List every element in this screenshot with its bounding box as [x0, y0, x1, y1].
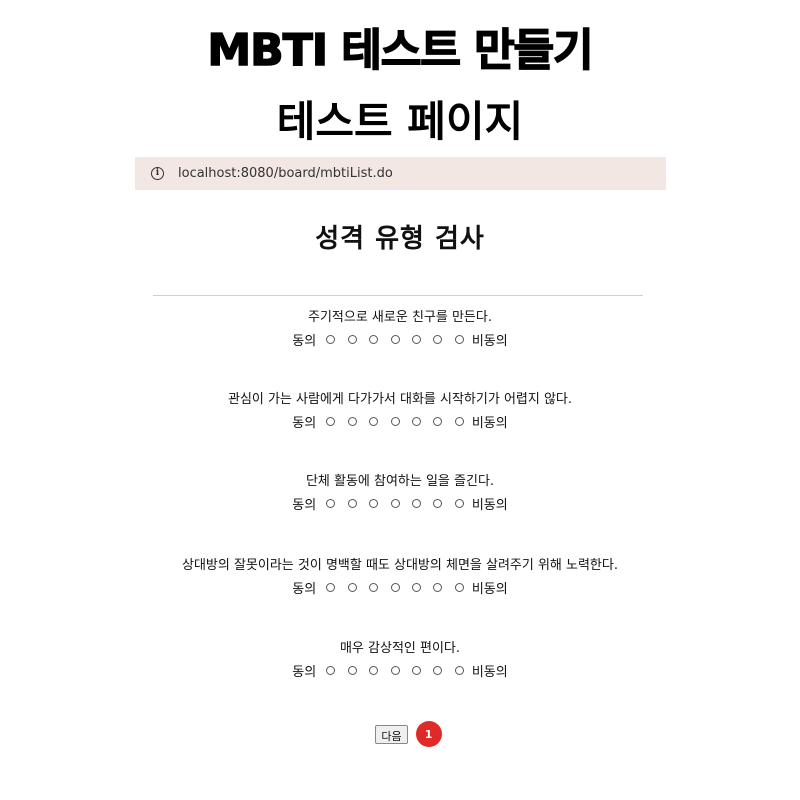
radio-option-3[interactable] [369, 582, 379, 592]
radio-option-1[interactable] [326, 498, 336, 508]
answer-scale: 동의 비동의 [0, 411, 800, 431]
banner-title: MBTI 테스트 만들기 [207, 24, 595, 77]
radio-option-5[interactable] [411, 498, 421, 508]
answer-scale: 동의 비동의 [0, 493, 800, 513]
banner-subtitle: 테스트 페이지 [276, 97, 524, 146]
radio-option-7[interactable] [454, 334, 464, 344]
agree-label: 동의 [292, 497, 317, 513]
radio-option-1[interactable] [326, 582, 336, 592]
radio-option-7[interactable] [454, 416, 464, 426]
question-text: 관심이 가는 사람에게 다가가서 대화를 시작하기가 어렵지 않다. [227, 392, 573, 407]
radio-option-5[interactable] [411, 582, 421, 592]
page-number-badge: 1 [415, 721, 442, 747]
radio-option-6[interactable] [433, 498, 443, 508]
radio-option-7[interactable] [454, 582, 464, 592]
radio-option-3[interactable] [369, 498, 379, 508]
radio-option-6[interactable] [433, 416, 443, 426]
question-text: 매우 감상적인 편이다. [339, 641, 461, 656]
question-item: 매우 감상적인 편이다. 동의 비동의 [0, 639, 800, 680]
radio-option-1[interactable] [326, 334, 336, 344]
radio-option-6[interactable] [433, 334, 443, 344]
disagree-label: 비동의 [471, 333, 508, 349]
question-item: 상대방의 잘못이라는 것이 명백할 때도 상대방의 체면을 살려주기 위해 노력… [0, 556, 800, 597]
question-item: 주기적으로 새로운 친구를 만든다. 동의 비동의 [0, 308, 800, 349]
question-text: 상대방의 잘못이라는 것이 명백할 때도 상대방의 체면을 살려주기 위해 노력… [181, 558, 618, 573]
radio-option-2[interactable] [347, 665, 357, 675]
radio-option-1[interactable] [326, 416, 336, 426]
disagree-label: 비동의 [471, 581, 508, 597]
radio-option-2[interactable] [347, 334, 357, 344]
question-text: 주기적으로 새로운 친구를 만든다. [308, 310, 492, 325]
radio-option-1[interactable] [326, 665, 336, 675]
radio-option-7[interactable] [454, 498, 464, 508]
radio-option-4[interactable] [390, 582, 400, 592]
agree-label: 동의 [292, 415, 317, 431]
radio-option-4[interactable] [390, 416, 400, 426]
radio-option-2[interactable] [347, 582, 357, 592]
agree-label: 동의 [292, 581, 317, 597]
answer-scale: 동의 비동의 [0, 660, 800, 680]
address-bar[interactable]: i localhost:8080/board/mbtiList.do [135, 157, 666, 190]
page-title: 성격 유형 검사 [315, 224, 485, 254]
radio-option-6[interactable] [433, 582, 443, 592]
url-text[interactable]: localhost:8080/board/mbtiList.do [178, 166, 393, 181]
agree-label: 동의 [292, 333, 317, 349]
divider [153, 295, 643, 296]
answer-scale: 동의 비동의 [0, 329, 800, 349]
agree-label: 동의 [292, 664, 317, 680]
radio-option-2[interactable] [347, 498, 357, 508]
radio-option-4[interactable] [390, 665, 400, 675]
question-text: 단체 활동에 참여하는 일을 즐긴다. [305, 474, 495, 489]
radio-option-3[interactable] [369, 665, 379, 675]
disagree-label: 비동의 [471, 664, 508, 680]
disagree-label: 비동의 [471, 415, 508, 431]
footer: 다음 1 [0, 721, 800, 747]
radio-option-4[interactable] [390, 334, 400, 344]
next-button[interactable]: 다음 [375, 724, 408, 744]
answer-scale: 동의 비동의 [0, 577, 800, 597]
radio-option-3[interactable] [369, 334, 379, 344]
info-icon[interactable]: i [151, 167, 164, 180]
radio-option-4[interactable] [390, 498, 400, 508]
radio-option-6[interactable] [433, 665, 443, 675]
radio-option-5[interactable] [411, 334, 421, 344]
radio-option-5[interactable] [411, 416, 421, 426]
question-item: 관심이 가는 사람에게 다가가서 대화를 시작하기가 어렵지 않다. 동의 비동… [0, 390, 800, 431]
radio-option-7[interactable] [454, 665, 464, 675]
question-item: 단체 활동에 참여하는 일을 즐긴다. 동의 비동의 [0, 472, 800, 513]
radio-option-3[interactable] [369, 416, 379, 426]
radio-option-5[interactable] [411, 665, 421, 675]
radio-option-2[interactable] [347, 416, 357, 426]
disagree-label: 비동의 [471, 497, 508, 513]
